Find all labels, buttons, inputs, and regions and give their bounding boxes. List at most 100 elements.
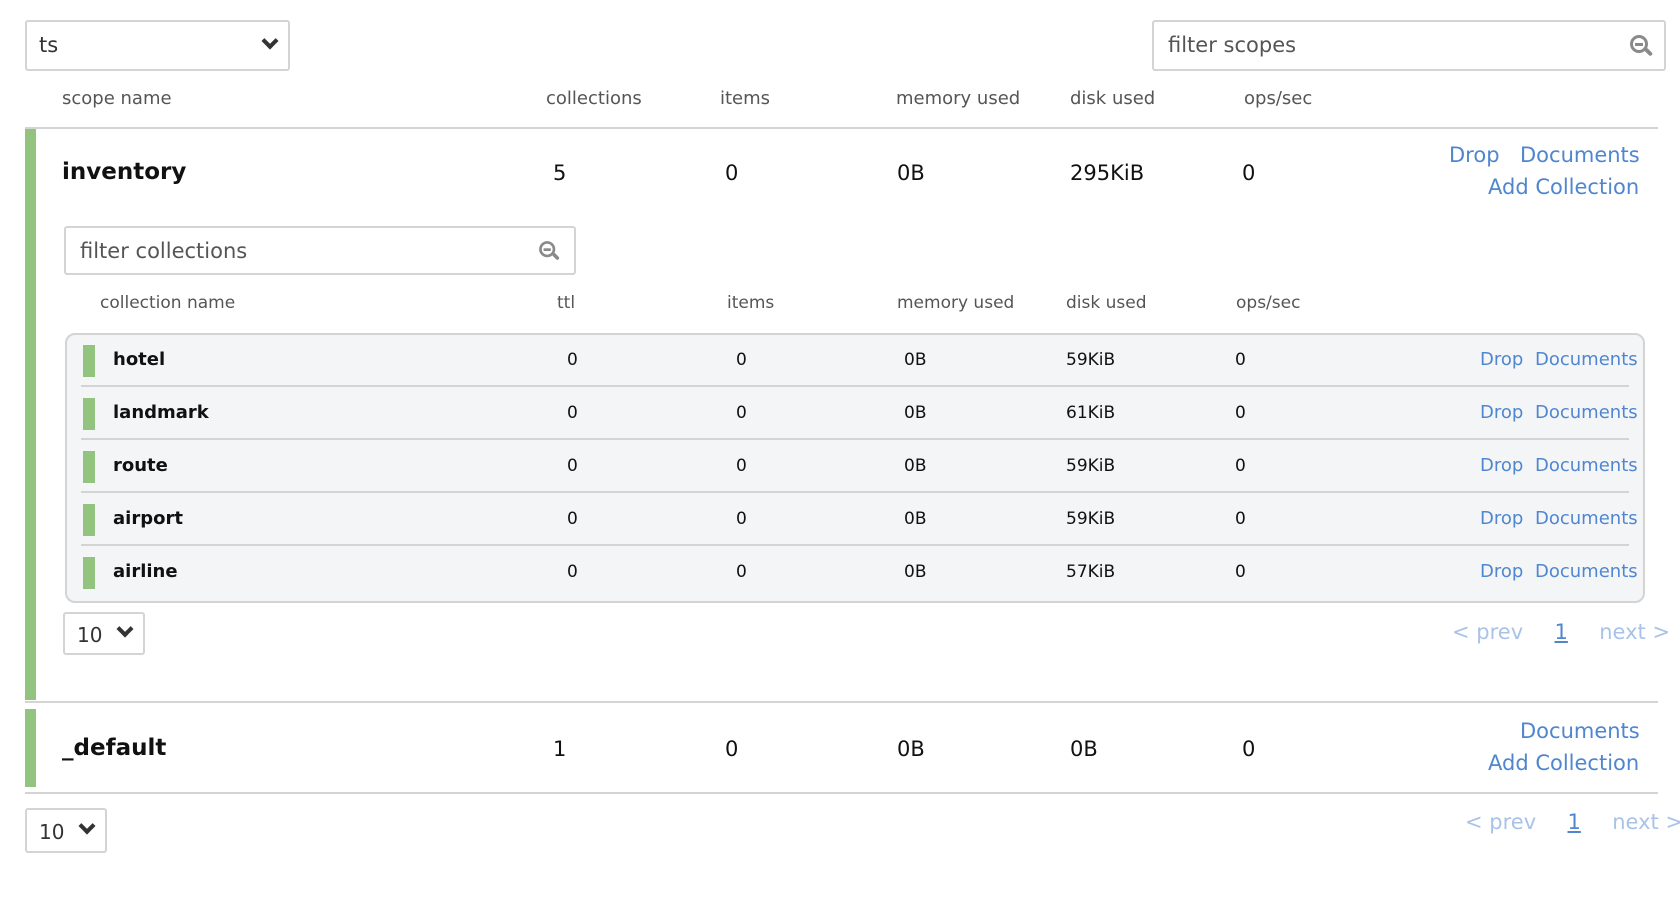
collection-ttl: 0 [567,350,578,370]
collection-disk-used: 57KiB [1066,562,1116,582]
collection-items: 0 [736,350,747,370]
collection-ttl: 0 [567,456,578,476]
scope-status-bar [25,709,36,787]
header-ttl: ttl [557,293,576,313]
collection-row: airline 0 0 0B 57KiB 0 Drop Documents [67,547,1643,599]
collection-ops-sec: 0 [1235,509,1246,529]
scope-ops-sec: 0 [1242,737,1256,761]
collection-ttl: 0 [567,403,578,423]
page-size-value: 10 [77,623,103,647]
current-page-link[interactable]: 1 [1555,620,1568,644]
collection-status-bar [83,557,95,589]
collection-documents-link[interactable]: Documents [1535,508,1638,529]
collection-status-bar [83,345,95,377]
collection-memory-used: 0B [904,562,927,582]
collection-ops-sec: 0 [1235,403,1246,423]
header-collection-memory-used: memory used [897,293,1015,313]
header-divider [25,127,1658,129]
scope-documents-link[interactable]: Documents [1520,719,1640,743]
scope-name[interactable]: inventory [62,159,186,185]
collections-pagination: < prev 1 next > [1452,620,1670,644]
header-ops-sec: ops/sec [1244,88,1313,109]
collection-ops-sec: 0 [1235,562,1246,582]
row-divider [81,491,1629,493]
collection-documents-link[interactable]: Documents [1535,402,1638,423]
collection-status-bar [83,451,95,483]
header-collection-items: items [727,293,775,313]
filter-scopes-input[interactable]: filter scopes [1152,20,1666,71]
search-icon [539,241,560,261]
header-memory-used: memory used [896,88,1021,109]
header-collection-disk-used: disk used [1066,293,1147,313]
collections-table: hotel 0 0 0B 59KiB 0 Drop Documents land… [65,333,1645,603]
collection-disk-used: 59KiB [1066,456,1116,476]
prev-page-link[interactable]: < prev [1452,620,1523,644]
add-collection-link[interactable]: Add Collection [1488,175,1639,199]
drop-collection-link[interactable]: Drop [1480,508,1523,529]
collection-disk-used: 61KiB [1066,403,1116,423]
add-collection-link[interactable]: Add Collection [1488,751,1639,775]
scope-documents-link[interactable]: Documents [1520,143,1640,167]
scopes-page-size-select[interactable]: 10 [25,808,107,853]
collection-status-bar [83,504,95,536]
collection-items: 0 [736,456,747,476]
scope-disk-used: 0B [1070,737,1098,761]
scope-collections: 1 [553,737,567,761]
collection-items: 0 [736,509,747,529]
collection-ops-sec: 0 [1235,350,1246,370]
collection-status-bar [83,398,95,430]
collection-row: route 0 0 0B 59KiB 0 Drop Documents [67,441,1643,493]
scope-name[interactable]: _default [62,735,166,761]
next-page-link[interactable]: next > [1612,810,1680,834]
collections-page-size-select[interactable]: 10 [63,612,145,655]
filter-scopes-placeholder: filter scopes [1168,33,1297,57]
header-items: items [720,88,771,109]
header-scope-name: scope name [62,88,172,109]
collection-name[interactable]: hotel [113,349,165,370]
collection-documents-link[interactable]: Documents [1535,349,1638,370]
collection-disk-used: 59KiB [1066,509,1116,529]
filter-collections-input[interactable]: filter collections [64,226,576,275]
collection-ttl: 0 [567,562,578,582]
drop-scope-link[interactable]: Drop [1449,143,1500,167]
collection-name[interactable]: route [113,455,168,476]
chevron-down-icon [78,817,96,835]
scope-status-bar [25,129,36,700]
bucket-select-value: ts [39,33,59,57]
scope-memory-used: 0B [897,161,925,185]
collection-name[interactable]: airport [113,508,183,529]
collection-row: airport 0 0 0B 59KiB 0 Drop Documents [67,494,1643,546]
collection-ops-sec: 0 [1235,456,1246,476]
collection-memory-used: 0B [904,509,927,529]
collection-documents-link[interactable]: Documents [1535,455,1638,476]
current-page-link[interactable]: 1 [1568,810,1581,834]
row-divider [81,544,1629,546]
drop-collection-link[interactable]: Drop [1480,455,1523,476]
drop-collection-link[interactable]: Drop [1480,561,1523,582]
collection-documents-link[interactable]: Documents [1535,561,1638,582]
drop-collection-link[interactable]: Drop [1480,349,1523,370]
chevron-down-icon [261,32,279,50]
drop-collection-link[interactable]: Drop [1480,402,1523,423]
scope-divider [25,792,1658,794]
scope-divider [25,701,1658,703]
prev-page-link[interactable]: < prev [1465,810,1536,834]
scope-items: 0 [725,737,739,761]
collection-name[interactable]: landmark [113,402,209,423]
scope-disk-used: 295KiB [1070,161,1145,185]
scope-items: 0 [725,161,739,185]
collection-items: 0 [736,403,747,423]
scope-ops-sec: 0 [1242,161,1256,185]
bucket-select[interactable]: ts [25,20,290,71]
page-size-value: 10 [39,820,65,844]
header-collection-ops-sec: ops/sec [1236,293,1301,313]
collection-name[interactable]: airline [113,561,178,582]
collection-ttl: 0 [567,509,578,529]
header-collections: collections [546,88,642,109]
header-disk-used: disk used [1070,88,1156,109]
chevron-down-icon [116,620,134,638]
collection-row: landmark 0 0 0B 61KiB 0 Drop Documents [67,388,1643,440]
collection-disk-used: 59KiB [1066,350,1116,370]
next-page-link[interactable]: next > [1599,620,1670,644]
scope-memory-used: 0B [897,737,925,761]
